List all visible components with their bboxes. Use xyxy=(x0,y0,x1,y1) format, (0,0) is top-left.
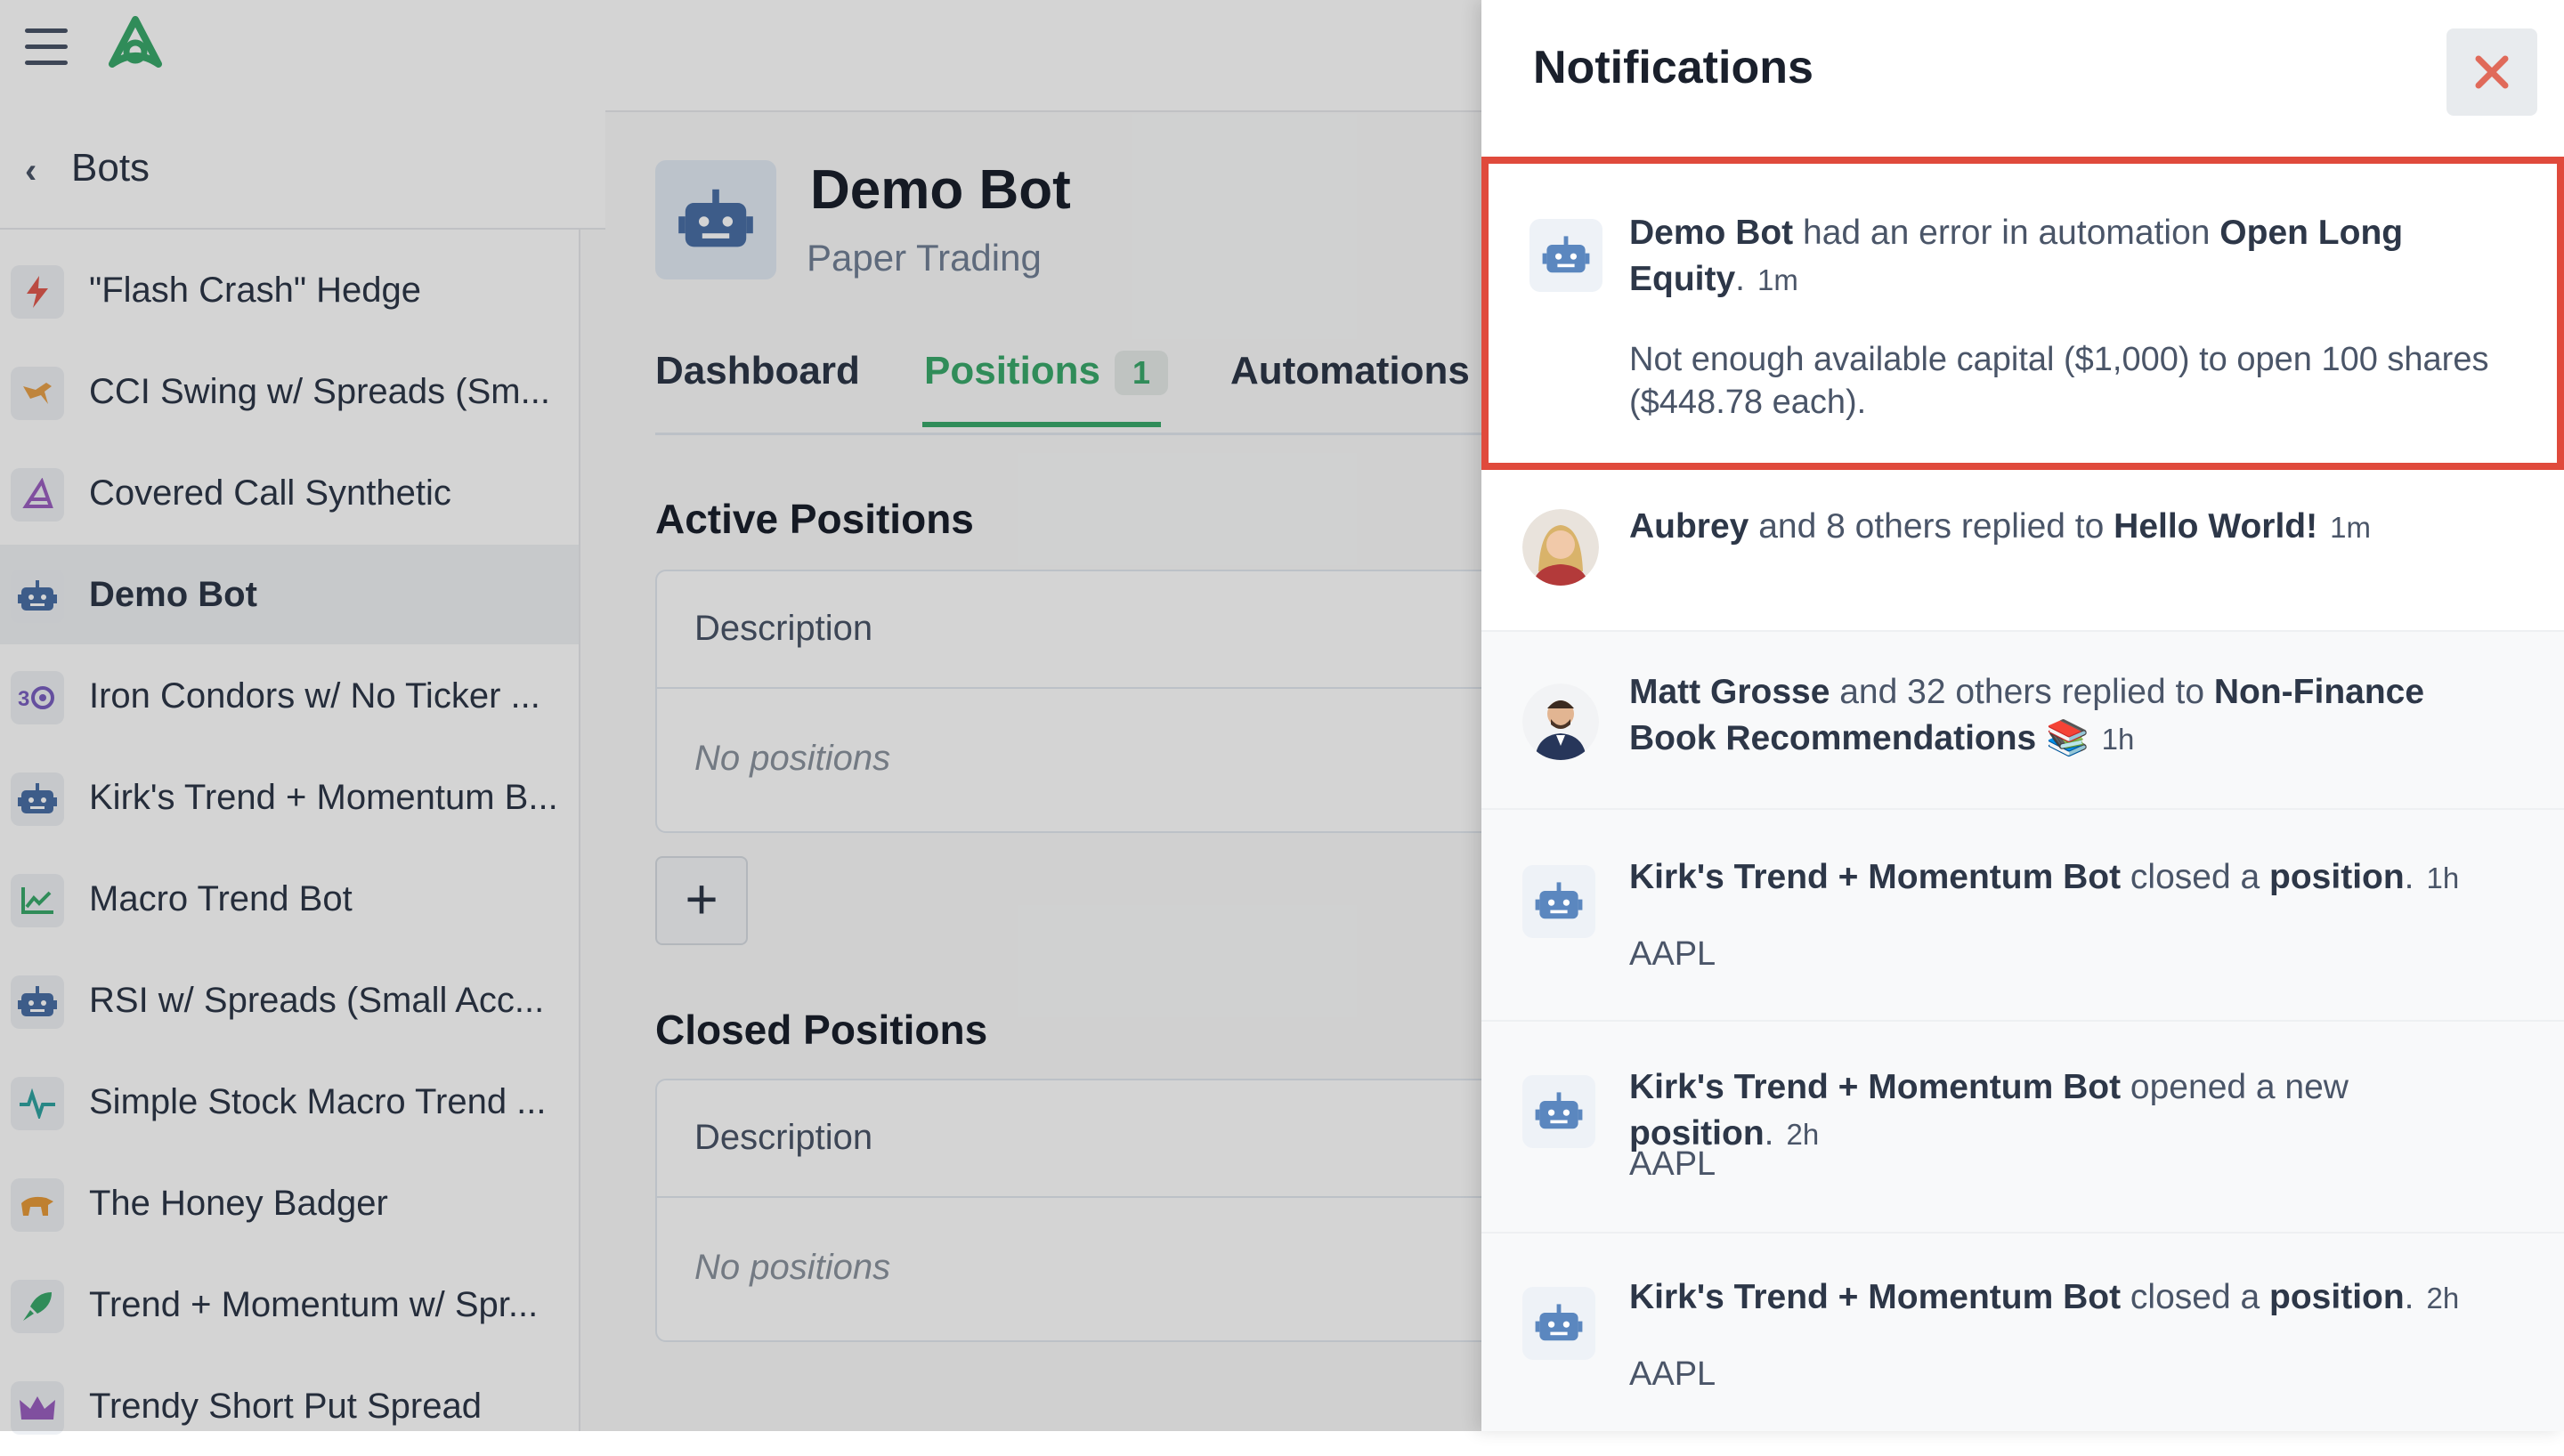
notifications-title: Notifications xyxy=(1533,42,1813,93)
modal-backdrop[interactable] xyxy=(0,0,1481,1431)
robot-icon xyxy=(1529,219,1602,292)
notification-detail: AAPL xyxy=(1629,935,1716,973)
robot-icon xyxy=(1522,1287,1595,1360)
notification-time: 1m xyxy=(1757,263,1798,296)
notification-text: Kirk's Trend + Momentum Bot closed a pos… xyxy=(1629,1278,2460,1316)
robot-icon xyxy=(1522,865,1595,938)
notification-item[interactable]: Kirk's Trend + Momentum Bot opened a new… xyxy=(1481,1022,2564,1234)
notifications-panel: Notifications Demo Bot had an error in a… xyxy=(1481,0,2564,1431)
avatar xyxy=(1522,684,1599,760)
notification-item[interactable]: Kirk's Trend + Momentum Bot closed a pos… xyxy=(1481,1234,2564,1431)
notification-detail: AAPL xyxy=(1629,1145,1716,1183)
notification-text: Aubrey and 8 others replied to Hello Wor… xyxy=(1629,507,2371,546)
app-page: ‹ Bots "Flash Crash" Hedge CCI Swing w/ … xyxy=(0,0,2564,1435)
notification-time: 1m xyxy=(2330,511,2371,544)
notification-item[interactable]: Kirk's Trend + Momentum Bot closed a pos… xyxy=(1481,810,2564,1022)
notification-text: Kirk's Trend + Momentum Bot closed a pos… xyxy=(1629,858,2460,896)
notification-text: Matt Grosse and 32 others replied to Non… xyxy=(1629,673,2425,757)
notification-time: 2h xyxy=(2426,1282,2460,1314)
notification-time: 1h xyxy=(2101,723,2135,756)
close-icon xyxy=(2475,55,2509,89)
avatar xyxy=(1522,509,1599,586)
close-button[interactable] xyxy=(2446,28,2537,116)
notification-item[interactable]: Matt Grosse and 32 others replied to Non… xyxy=(1481,632,2564,810)
notification-text: Demo Bot had an error in automation Open… xyxy=(1629,214,2404,298)
notification-detail: Not enough available capital ($1,000) to… xyxy=(1629,341,2489,421)
notification-detail: AAPL xyxy=(1629,1355,1716,1393)
robot-icon xyxy=(1522,1075,1595,1148)
notification-item[interactable]: Aubrey and 8 others replied to Hello Wor… xyxy=(1481,472,2564,632)
notification-item[interactable]: Demo Bot had an error in automation Open… xyxy=(1481,157,2564,470)
notification-time: 1h xyxy=(2426,861,2460,894)
